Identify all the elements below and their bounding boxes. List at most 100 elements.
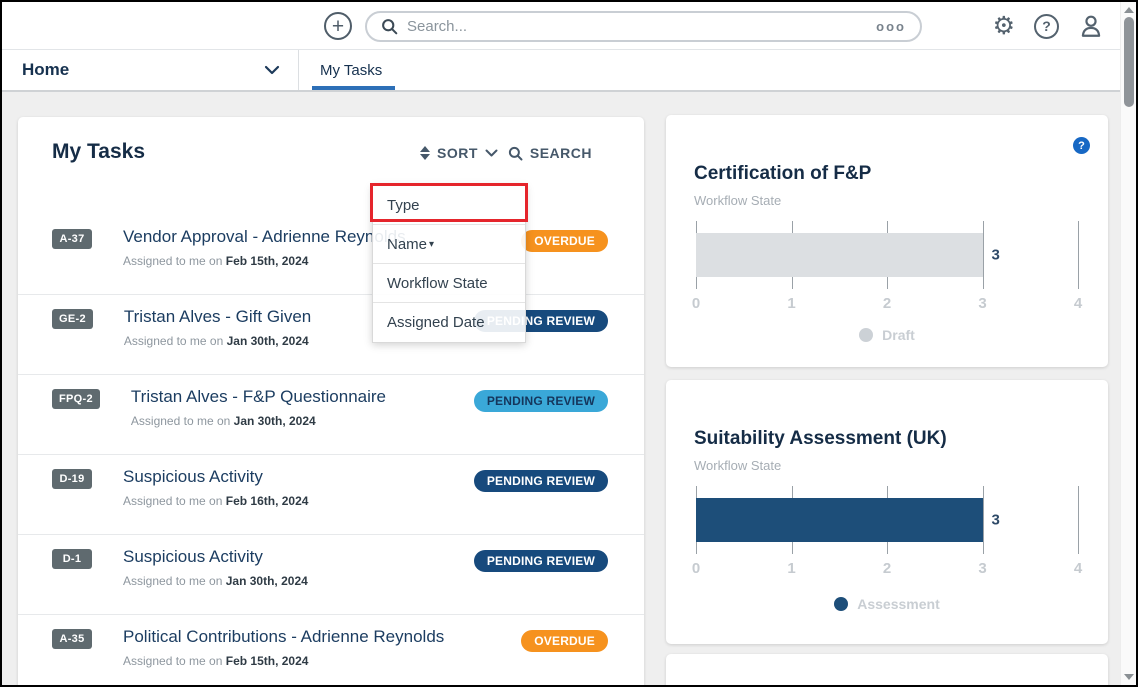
menu-item-label: Name [387, 236, 427, 253]
task-title[interactable]: Suspicious Activity [123, 466, 474, 488]
chart-title: Certification of F&P [694, 163, 871, 185]
plus-icon: + [332, 16, 344, 37]
axis-tick-line [983, 486, 984, 554]
legend-label: Draft [882, 327, 915, 343]
axis-tick-label: 4 [1074, 560, 1082, 577]
axis-tick-line [983, 221, 984, 289]
user-profile-icon[interactable] [1078, 13, 1104, 39]
menu-item-label: Workflow State [387, 275, 488, 292]
axis-tick-label: 0 [692, 295, 700, 312]
my-tasks-panel: My Tasks SORT SEARCH A-37 [18, 117, 644, 687]
assigned-prefix: Assigned to me on [131, 414, 230, 428]
home-dropdown[interactable]: Home [2, 50, 299, 90]
search-button[interactable]: SEARCH [508, 145, 592, 161]
task-id-badge: D-1 [52, 549, 92, 569]
help-glyph: ? [1042, 18, 1051, 34]
chart-legend: Assessment [666, 596, 1108, 612]
assigned-prefix: Assigned to me on [124, 334, 223, 348]
legend-item[interactable]: Assessment [834, 596, 940, 612]
task-row[interactable]: D-19 Suspicious Activity Assigned to me … [18, 455, 644, 535]
panel-controls: SORT SEARCH [420, 145, 592, 161]
bar-data-label: 3 [992, 512, 1000, 529]
bar-plot: 012343 [696, 221, 1078, 289]
bar-draft[interactable] [696, 233, 983, 277]
axis-tick-label: 4 [1074, 295, 1082, 312]
axis-tick-label: 1 [787, 295, 795, 312]
legend-item[interactable]: Draft [859, 327, 915, 343]
task-title[interactable]: Suspicious Activity [123, 546, 474, 568]
topbar-actions: ⚙ ? [993, 2, 1104, 50]
task-row[interactable]: A-37 Vendor Approval - Adrienne Reynolds… [18, 215, 644, 295]
axis-tick-label: 2 [883, 560, 891, 577]
search-label: SEARCH [530, 145, 592, 161]
chart-help-icon[interactable]: ? [1073, 137, 1090, 154]
axis-tick-line [1078, 486, 1079, 554]
task-row[interactable]: FPQ-2 Tristan Alves - F&P Questionnaire … [18, 375, 644, 455]
task-id-badge: D-19 [52, 469, 92, 489]
status-badge: PENDING REVIEW [474, 390, 608, 412]
assigned-prefix: Assigned to me on [123, 654, 222, 668]
topbar: + ooo ⚙ ? [2, 2, 1136, 50]
task-list: A-37 Vendor Approval - Adrienne Reynolds… [18, 215, 644, 687]
task-title[interactable]: Political Contributions - Adrienne Reyno… [123, 626, 521, 648]
search-more-options-icon[interactable]: ooo [876, 19, 906, 34]
add-button[interactable]: + [324, 12, 352, 40]
task-id-badge: FPQ-2 [52, 389, 100, 409]
menu-item-label: Type [387, 197, 420, 214]
chart-card-certification: ? Certification of F&P Workflow State 01… [666, 115, 1108, 367]
active-tab-indicator [312, 86, 395, 90]
assigned-date: Jan 30th, 2024 [227, 334, 309, 348]
assigned-date: Feb 15th, 2024 [226, 254, 309, 268]
task-id-badge: A-37 [52, 229, 92, 249]
chevron-down-icon [485, 149, 498, 157]
chevron-down-icon [264, 65, 280, 75]
task-id-badge: GE-2 [52, 309, 93, 329]
app-window: + ooo ⚙ ? Home [0, 0, 1138, 687]
assigned-date: Jan 30th, 2024 [234, 414, 316, 428]
task-row[interactable]: GE-2 Tristan Alves - Gift Given Assigned… [18, 295, 644, 375]
scrollbar-thumb[interactable] [1124, 17, 1134, 107]
sort-option-type[interactable]: Type [373, 186, 525, 225]
search-input[interactable] [407, 18, 876, 35]
menu-item-label: Assigned Date [387, 314, 485, 331]
sort-option-name[interactable]: Name ▾ [373, 225, 525, 264]
sort-label: SORT [437, 145, 478, 161]
assigned-prefix: Assigned to me on [123, 254, 222, 268]
assigned-prefix: Assigned to me on [123, 574, 222, 588]
scroll-up-arrow-icon[interactable] [1124, 7, 1134, 13]
status-badge: OVERDUE [521, 230, 608, 252]
sort-direction-caret-icon: ▾ [429, 239, 434, 250]
legend-dot-icon [834, 597, 848, 611]
axis-tick-label: 3 [978, 560, 986, 577]
chart-legend: Draft [666, 327, 1108, 343]
task-row[interactable]: D-1 Suspicious Activity Assigned to me o… [18, 535, 644, 615]
bar-assessment[interactable] [696, 498, 983, 542]
sort-option-workflow-state[interactable]: Workflow State [373, 264, 525, 303]
chart-card-suitability: Suitability Assessment (UK) Workflow Sta… [666, 380, 1108, 644]
legend-label: Assessment [857, 596, 940, 612]
settings-gear-icon[interactable]: ⚙ [993, 14, 1015, 39]
navbar: Home My Tasks [2, 50, 1136, 92]
sort-button[interactable]: SORT [420, 145, 498, 161]
task-row[interactable]: A-35 Political Contributions - Adrienne … [18, 615, 644, 687]
global-search[interactable]: ooo [365, 11, 922, 42]
search-icon [508, 146, 523, 161]
chart-title: Suitability Assessment (UK) [694, 428, 947, 450]
sort-option-assigned-date[interactable]: Assigned Date [373, 303, 525, 342]
status-badge: OVERDUE [521, 630, 608, 652]
page-scrollbar[interactable] [1120, 2, 1136, 685]
task-id-badge: A-35 [52, 629, 92, 649]
chart-subtitle: Workflow State [694, 458, 781, 473]
help-icon[interactable]: ? [1034, 14, 1059, 39]
task-title[interactable]: Tristan Alves - F&P Questionnaire [131, 386, 474, 408]
bar-data-label: 3 [992, 247, 1000, 264]
bar-plot: 012343 [696, 486, 1078, 554]
sort-dropdown-menu: Type Name ▾ Workflow State Assigned Date [372, 185, 526, 343]
chart-subtitle: Workflow State [694, 193, 781, 208]
axis-tick-label: 2 [883, 295, 891, 312]
home-label: Home [22, 60, 264, 80]
status-badge: PENDING REVIEW [474, 470, 608, 492]
tab-my-tasks[interactable]: My Tasks [320, 50, 382, 90]
axis-tick-label: 3 [978, 295, 986, 312]
scroll-down-arrow-icon[interactable] [1124, 674, 1134, 680]
